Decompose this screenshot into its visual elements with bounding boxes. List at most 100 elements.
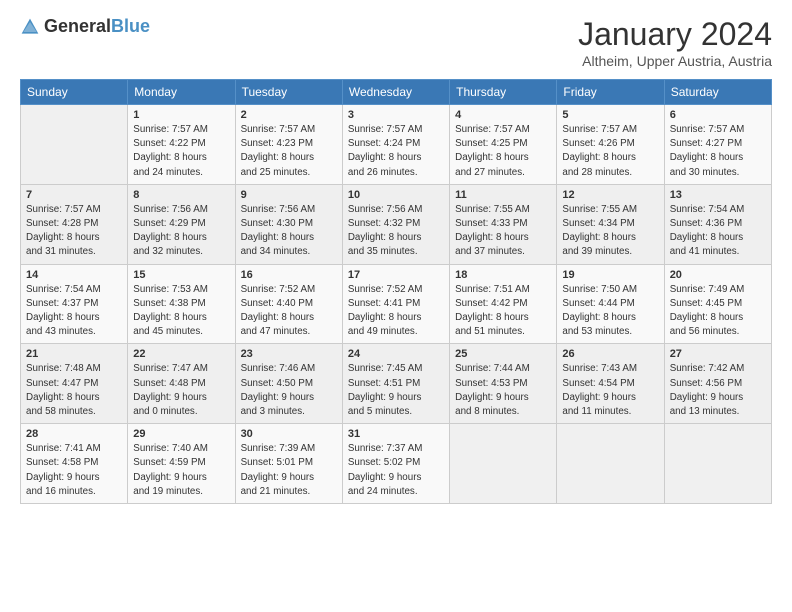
calendar-cell: 19 Sunrise: 7:50 AMSunset: 4:44 PMDayligh… <box>557 264 664 344</box>
day-number: 6 <box>670 109 766 121</box>
calendar-cell: 15Sunrise: 7:53 AMSunset: 4:38 PMDayligh… <box>128 264 235 344</box>
location-title: Altheim, Upper Austria, Austria <box>578 53 772 69</box>
logo-icon <box>20 17 40 37</box>
day-info: Sunrise: 7:46 AMSunset: 4:50 PMDaylight:… <box>241 362 337 419</box>
calendar-cell: 2Sunrise: 7:57 AMSunset: 4:23 PMDaylight… <box>235 105 342 185</box>
calendar-week-3: 14 Sunrise: 7:54 AMSunset: 4:37 PMDayligh… <box>21 264 772 344</box>
day-info: Sunrise: 7:43 AMSunset: 4:54 PMDaylight:… <box>562 362 658 419</box>
day-number: 12 <box>562 189 658 201</box>
weekday-header-wednesday: Wednesday <box>342 80 449 105</box>
day-info: Sunrise: 7:57 AMSunset: 4:23 PMDaylight:… <box>241 123 337 180</box>
calendar-cell: 8Sunrise: 7:56 AMSunset: 4:29 PMDaylight… <box>128 184 235 264</box>
logo: GeneralBlue <box>20 16 150 37</box>
calendar-cell: 5 Sunrise: 7:57 AMSunset: 4:26 PMDaylight… <box>557 105 664 185</box>
day-number: 27 <box>670 348 766 360</box>
weekday-header-monday: Monday <box>128 80 235 105</box>
day-number: 1 <box>133 109 229 121</box>
calendar-cell: 6 Sunrise: 7:57 AMSunset: 4:27 PMDaylight… <box>664 105 771 185</box>
day-number: 9 <box>241 189 337 201</box>
calendar-cell: 20 Sunrise: 7:49 AMSunset: 4:45 PMDayligh… <box>664 264 771 344</box>
day-info: Sunrise: 7:56 AMSunset: 4:29 PMDaylight:… <box>133 203 229 260</box>
weekday-header-saturday: Saturday <box>664 80 771 105</box>
day-info: Sunrise: 7:52 AMSunset: 4:41 PMDaylight:… <box>348 283 444 340</box>
calendar-cell: 31 Sunrise: 7:37 AMSunset: 5:02 PMDayligh… <box>342 424 449 504</box>
weekday-header-sunday: Sunday <box>21 80 128 105</box>
day-number: 11 <box>455 189 551 201</box>
day-info: Sunrise: 7:41 AMSunset: 4:58 PMDaylight:… <box>26 442 122 499</box>
calendar-cell: 12 Sunrise: 7:55 AMSunset: 4:34 PMDayligh… <box>557 184 664 264</box>
day-info: Sunrise: 7:50 AMSunset: 4:44 PMDaylight:… <box>562 283 658 340</box>
day-number: 7 <box>26 189 122 201</box>
day-number: 18 <box>455 269 551 281</box>
day-info: Sunrise: 7:47 AMSunset: 4:48 PMDaylight:… <box>133 362 229 419</box>
day-info: Sunrise: 7:57 AMSunset: 4:24 PMDaylight:… <box>348 123 444 180</box>
calendar-cell: 28 Sunrise: 7:41 AMSunset: 4:58 PMDayligh… <box>21 424 128 504</box>
calendar-cell: 7Sunrise: 7:57 AMSunset: 4:28 PMDaylight… <box>21 184 128 264</box>
calendar-cell: 4 Sunrise: 7:57 AMSunset: 4:25 PMDaylight… <box>450 105 557 185</box>
calendar-cell: 10Sunrise: 7:56 AMSunset: 4:32 PMDayligh… <box>342 184 449 264</box>
day-info: Sunrise: 7:57 AMSunset: 4:22 PMDaylight:… <box>133 123 229 180</box>
day-number: 4 <box>455 109 551 121</box>
day-number: 17 <box>348 269 444 281</box>
day-number: 22 <box>133 348 229 360</box>
day-info: Sunrise: 7:57 AMSunset: 4:26 PMDaylight:… <box>562 123 658 180</box>
day-info: Sunrise: 7:57 AMSunset: 4:25 PMDaylight:… <box>455 123 551 180</box>
title-block: January 2024 Altheim, Upper Austria, Aus… <box>578 16 772 69</box>
calendar-cell: 3 Sunrise: 7:57 AMSunset: 4:24 PMDaylight… <box>342 105 449 185</box>
day-number: 3 <box>348 109 444 121</box>
day-info: Sunrise: 7:49 AMSunset: 4:45 PMDaylight:… <box>670 283 766 340</box>
day-info: Sunrise: 7:57 AMSunset: 4:27 PMDaylight:… <box>670 123 766 180</box>
day-info: Sunrise: 7:40 AMSunset: 4:59 PMDaylight:… <box>133 442 229 499</box>
calendar-cell: 17 Sunrise: 7:52 AMSunset: 4:41 PMDayligh… <box>342 264 449 344</box>
day-info: Sunrise: 7:42 AMSunset: 4:56 PMDaylight:… <box>670 362 766 419</box>
calendar-cell: 18Sunrise: 7:51 AMSunset: 4:42 PMDayligh… <box>450 264 557 344</box>
day-number: 5 <box>562 109 658 121</box>
day-info: Sunrise: 7:55 AMSunset: 4:33 PMDaylight:… <box>455 203 551 260</box>
day-info: Sunrise: 7:44 AMSunset: 4:53 PMDaylight:… <box>455 362 551 419</box>
day-info: Sunrise: 7:56 AMSunset: 4:30 PMDaylight:… <box>241 203 337 260</box>
day-number: 29 <box>133 428 229 440</box>
day-info: Sunrise: 7:54 AMSunset: 4:36 PMDaylight:… <box>670 203 766 260</box>
calendar-cell: 25 Sunrise: 7:44 AMSunset: 4:53 PMDayligh… <box>450 344 557 424</box>
day-number: 31 <box>348 428 444 440</box>
calendar-cell: 16 Sunrise: 7:52 AMSunset: 4:40 PMDayligh… <box>235 264 342 344</box>
calendar-cell <box>450 424 557 504</box>
calendar-week-2: 7Sunrise: 7:57 AMSunset: 4:28 PMDaylight… <box>21 184 772 264</box>
day-number: 24 <box>348 348 444 360</box>
day-info: Sunrise: 7:45 AMSunset: 4:51 PMDaylight:… <box>348 362 444 419</box>
day-info: Sunrise: 7:37 AMSunset: 5:02 PMDaylight:… <box>348 442 444 499</box>
calendar-cell: 27 Sunrise: 7:42 AMSunset: 4:56 PMDayligh… <box>664 344 771 424</box>
calendar-cell: 1 Sunrise: 7:57 AMSunset: 4:22 PMDaylight… <box>128 105 235 185</box>
weekday-header-tuesday: Tuesday <box>235 80 342 105</box>
calendar-cell: 23 Sunrise: 7:46 AMSunset: 4:50 PMDayligh… <box>235 344 342 424</box>
calendar-week-5: 28 Sunrise: 7:41 AMSunset: 4:58 PMDayligh… <box>21 424 772 504</box>
calendar-cell: 11 Sunrise: 7:55 AMSunset: 4:33 PMDayligh… <box>450 184 557 264</box>
day-number: 14 <box>26 269 122 281</box>
day-info: Sunrise: 7:39 AMSunset: 5:01 PMDaylight:… <box>241 442 337 499</box>
day-number: 23 <box>241 348 337 360</box>
calendar-cell: 14 Sunrise: 7:54 AMSunset: 4:37 PMDayligh… <box>21 264 128 344</box>
calendar-page: GeneralBlue January 2024 Altheim, Upper … <box>0 0 792 612</box>
calendar-cell: 29 Sunrise: 7:40 AMSunset: 4:59 PMDayligh… <box>128 424 235 504</box>
day-number: 21 <box>26 348 122 360</box>
calendar-cell: 24 Sunrise: 7:45 AMSunset: 4:51 PMDayligh… <box>342 344 449 424</box>
day-number: 19 <box>562 269 658 281</box>
weekday-header-friday: Friday <box>557 80 664 105</box>
calendar-table: SundayMondayTuesdayWednesdayThursdayFrid… <box>20 79 772 504</box>
calendar-cell: 30 Sunrise: 7:39 AMSunset: 5:01 PMDayligh… <box>235 424 342 504</box>
month-title: January 2024 <box>578 16 772 53</box>
day-number: 16 <box>241 269 337 281</box>
day-number: 25 <box>455 348 551 360</box>
weekday-row: SundayMondayTuesdayWednesdayThursdayFrid… <box>21 80 772 105</box>
day-info: Sunrise: 7:55 AMSunset: 4:34 PMDaylight:… <box>562 203 658 260</box>
day-number: 30 <box>241 428 337 440</box>
day-number: 20 <box>670 269 766 281</box>
day-number: 26 <box>562 348 658 360</box>
day-number: 15 <box>133 269 229 281</box>
day-info: Sunrise: 7:52 AMSunset: 4:40 PMDaylight:… <box>241 283 337 340</box>
calendar-cell: 26 Sunrise: 7:43 AMSunset: 4:54 PMDayligh… <box>557 344 664 424</box>
day-number: 28 <box>26 428 122 440</box>
day-info: Sunrise: 7:56 AMSunset: 4:32 PMDaylight:… <box>348 203 444 260</box>
weekday-header-thursday: Thursday <box>450 80 557 105</box>
day-info: Sunrise: 7:54 AMSunset: 4:37 PMDaylight:… <box>26 283 122 340</box>
